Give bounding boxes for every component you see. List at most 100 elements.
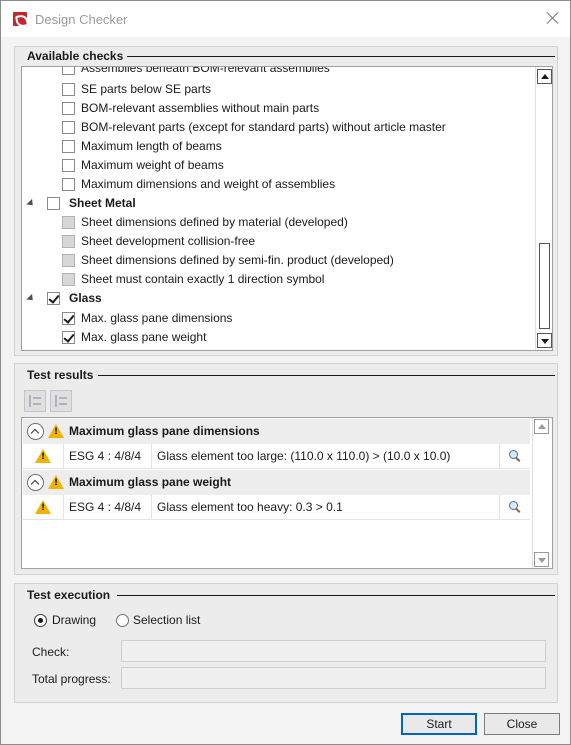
collapse-up-icon[interactable] [27, 474, 44, 491]
available-checks-group: Available checks Assemblies beneath BOM-… [14, 46, 558, 356]
check-item[interactable]: SE parts below SE parts [22, 80, 534, 99]
check-item[interactable]: Max. glass pane dimensions [22, 309, 534, 328]
checks-scrollbar[interactable] [535, 67, 552, 350]
check-checkbox[interactable] [62, 159, 75, 172]
check-item[interactable]: Sheet dimensions defined by semi-fin. pr… [22, 251, 534, 270]
check-label: Sheet dimensions defined by semi-fin. pr… [81, 253, 394, 267]
result-element: ESG 4 : 4/8/4 [69, 500, 142, 514]
check-label: Max. glass pane weight [81, 330, 207, 344]
app-icon [13, 12, 27, 26]
column-divider [151, 495, 152, 520]
check-item[interactable]: Assemblies beneath BOM-relevant assembli… [22, 67, 534, 78]
check-checkbox [62, 273, 75, 286]
check-checkbox [62, 216, 75, 229]
group-rule [98, 375, 555, 376]
magnifier-icon[interactable] [509, 450, 520, 461]
check-item[interactable]: BOM-relevant assemblies without main par… [22, 99, 534, 118]
check-item[interactable]: BOM-relevant parts (except for standard … [22, 118, 534, 137]
result-group-header[interactable]: Maximum glass pane weight [23, 470, 530, 495]
result-element: ESG 4 : 4/8/4 [69, 449, 142, 463]
chevron-up-icon [538, 424, 546, 429]
group-checkbox[interactable] [47, 292, 60, 305]
check-checkbox [62, 235, 75, 248]
check-item[interactable]: Maximum dimensions and weight of assembl… [22, 175, 534, 194]
toolbar-bar [59, 397, 67, 399]
check-label: Sheet dimensions defined by material (de… [81, 215, 348, 229]
selection-list-radio[interactable] [116, 614, 129, 627]
expand-arrow-icon[interactable] [26, 198, 36, 209]
result-row[interactable]: ESG 4 : 4/8/4 Glass element too large: (… [23, 444, 530, 469]
total-progress-label: Total progress: [32, 672, 111, 686]
group-rule [127, 56, 555, 57]
check-label: Check: [32, 645, 70, 659]
close-button[interactable]: Close [484, 713, 560, 735]
check-label: Max. glass pane dimensions [81, 311, 233, 325]
column-divider [63, 495, 64, 520]
collapse-all-icon [55, 395, 57, 407]
scroll-down-button[interactable] [537, 333, 552, 348]
result-group-header[interactable]: Maximum glass pane dimensions [23, 419, 530, 444]
result-message: Glass element too heavy: 0.3 > 0.1 [157, 500, 343, 514]
chevron-down-icon [541, 339, 549, 344]
check-label: Maximum length of beams [81, 139, 222, 153]
toolbar-bar [33, 403, 41, 405]
total-progress-bar [121, 667, 546, 689]
check-checkbox[interactable] [62, 178, 75, 191]
check-label: SE parts below SE parts [81, 82, 212, 96]
check-field [121, 640, 546, 662]
check-group-sheet-metal[interactable]: Sheet Metal [22, 194, 534, 213]
scroll-up-button[interactable] [537, 69, 552, 84]
checks-tree[interactable]: Assemblies beneath BOM-relevant assembli… [21, 66, 553, 351]
collapse-up-icon[interactable] [27, 423, 44, 440]
results-list[interactable]: Maximum glass pane dimensions ESG 4 : 4/… [21, 417, 553, 569]
group-rule [117, 595, 555, 596]
check-item[interactable]: Maximum length of beams [22, 137, 534, 156]
check-checkbox[interactable] [62, 83, 75, 96]
expand-all-button[interactable] [24, 390, 46, 412]
check-label: Maximum dimensions and weight of assembl… [81, 177, 336, 191]
collapse-all-button[interactable] [50, 390, 72, 412]
check-checkbox[interactable] [62, 312, 75, 325]
check-checkbox[interactable] [62, 67, 75, 75]
check-checkbox[interactable] [62, 102, 75, 115]
check-group-glass[interactable]: Glass [22, 289, 534, 308]
close-icon[interactable] [544, 9, 562, 27]
warning-icon [48, 424, 64, 438]
test-results-title: Test results [27, 368, 94, 382]
column-divider [499, 444, 500, 469]
check-item[interactable]: Sheet dimensions defined by material (de… [22, 213, 534, 232]
chevron-up-icon [541, 74, 549, 79]
scroll-up-button[interactable] [534, 419, 549, 434]
check-checkbox[interactable] [62, 331, 75, 344]
result-message: Glass element too large: (110.0 x 110.0)… [157, 449, 451, 463]
group-label: Glass [69, 291, 102, 305]
drawing-radio-label[interactable]: Drawing [52, 613, 96, 627]
check-item[interactable]: Sheet development collision-free [22, 232, 534, 251]
result-group-title: Maximum glass pane weight [69, 475, 232, 489]
start-button[interactable]: Start [401, 713, 477, 735]
check-checkbox[interactable] [62, 140, 75, 153]
result-group-title: Maximum glass pane dimensions [69, 424, 260, 438]
check-label: BOM-relevant assemblies without main par… [81, 101, 320, 115]
check-item[interactable]: Max. glass pane weight [22, 328, 534, 347]
test-results-group: Test results Maximum glass pane dimensio… [14, 363, 558, 575]
check-checkbox[interactable] [62, 121, 75, 134]
magnifier-icon[interactable] [509, 501, 520, 512]
expand-arrow-icon[interactable] [26, 293, 36, 304]
check-item[interactable]: Sheet must contain exactly 1 direction s… [22, 270, 534, 289]
chevron-down-icon [538, 558, 546, 563]
selection-list-radio-label[interactable]: Selection list [133, 613, 200, 627]
warning-icon [35, 500, 51, 514]
results-scrollbar[interactable] [532, 418, 552, 568]
test-execution-group: Test execution Drawing Selection list Ch… [14, 583, 558, 703]
check-item[interactable]: Maximum weight of beams [22, 156, 534, 175]
design-checker-window: Design Checker Available checks Assembli… [0, 0, 571, 745]
scroll-thumb[interactable] [539, 243, 550, 329]
check-label: Sheet must contain exactly 1 direction s… [81, 272, 325, 286]
scroll-down-button[interactable] [534, 552, 549, 567]
result-row[interactable]: ESG 4 : 4/8/4 Glass element too heavy: 0… [23, 495, 530, 520]
drawing-radio[interactable] [34, 614, 47, 627]
group-checkbox[interactable] [47, 197, 60, 210]
check-checkbox [62, 254, 75, 267]
toolbar-bar [59, 403, 67, 405]
